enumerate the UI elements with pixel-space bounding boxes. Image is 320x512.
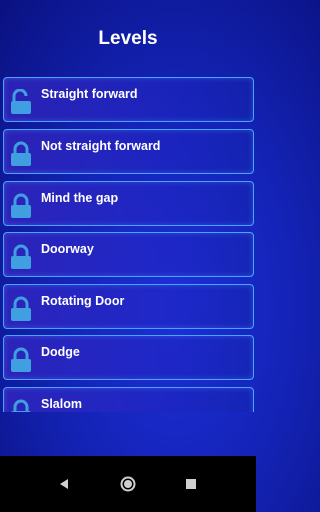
level-item-straight-forward[interactable]: Straight forward	[3, 77, 254, 122]
level-list[interactable]: Straight forward Not straight forward Mi…	[3, 77, 254, 412]
locked-padlock-icon	[11, 296, 31, 321]
level-label: Not straight forward	[41, 139, 161, 153]
unlocked-padlock-icon	[11, 89, 31, 114]
system-nav-bar	[0, 456, 256, 512]
nav-home-button[interactable]	[108, 456, 148, 512]
level-item-not-straight-forward[interactable]: Not straight forward	[3, 129, 254, 174]
locked-padlock-icon	[11, 347, 31, 372]
level-item-dodge[interactable]: Dodge	[3, 335, 254, 380]
level-label: Slalom	[41, 397, 82, 411]
locked-padlock-icon	[11, 193, 31, 218]
level-item-slalom[interactable]: Slalom	[3, 387, 254, 412]
recents-square-icon	[186, 479, 196, 489]
level-item-rotating-door[interactable]: Rotating Door	[3, 284, 254, 329]
level-label: Doorway	[41, 242, 94, 256]
level-item-mind-the-gap[interactable]: Mind the gap	[3, 181, 254, 226]
locked-padlock-icon	[11, 399, 31, 412]
level-label: Straight forward	[41, 87, 138, 101]
home-circle-icon	[120, 476, 136, 492]
level-label: Mind the gap	[41, 191, 119, 205]
nav-recents-button[interactable]	[171, 456, 211, 512]
level-label: Dodge	[41, 345, 80, 359]
back-triangle-icon	[60, 479, 68, 489]
level-label: Rotating Door	[41, 294, 125, 308]
level-item-doorway[interactable]: Doorway	[3, 232, 254, 277]
locked-padlock-icon	[11, 141, 31, 166]
nav-back-button[interactable]	[44, 456, 84, 512]
page-title: Levels	[98, 28, 158, 49]
locked-padlock-icon	[11, 244, 31, 269]
